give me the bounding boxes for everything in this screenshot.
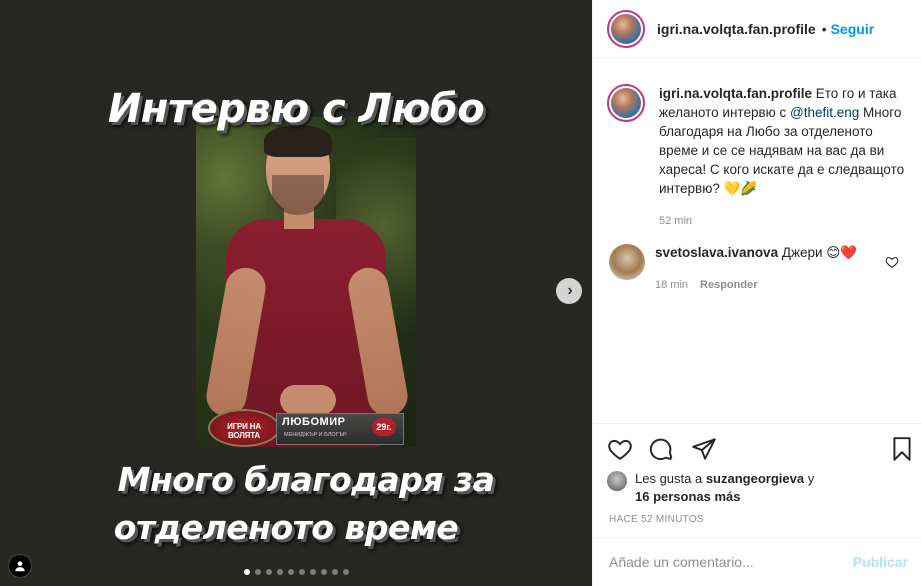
carousel-dot [288,569,294,575]
show-logo-text: ИГРИ НА ВОЛЯТА [227,422,261,440]
likes-text: Les gusta a suzangeorgieva y 16 personas… [635,470,814,506]
tagged-user-button[interactable] [8,554,32,578]
post-sidebar: igri.na.volqta.fan.profile • Seguir igri… [592,0,921,586]
carousel-dot [343,569,349,575]
post-media: ИГРИ НА ВОЛЯТА ЛЮБОМИР МЕНИДЖЪР И БЛОГЪР… [0,0,592,586]
post-caption: igri.na.volqta.fan.profile Ето го и така… [607,84,907,231]
carousel-dot [299,569,305,575]
person-beard [272,175,324,215]
carousel-dot [244,569,250,575]
carousel-dot [321,569,327,575]
likes-prefix: Les gusta a [635,471,706,486]
carousel-dots [244,569,349,575]
contestant-age: 29г. [372,418,396,436]
user-icon [15,561,25,572]
like-heart-icon[interactable] [607,436,633,462]
contestant-occupation: МЕНИДЖЪР И БЛОГЪР [284,432,347,438]
headline-top: Интервю с Любо [107,86,485,132]
comment-time: 18 min [655,279,689,291]
comment-body: svetoslava.ivanova Джери 😊❤️ 18 min Respo… [655,244,857,294]
comment-input[interactable] [609,554,853,570]
caption-mention-link[interactable]: @thefit.eng [790,105,859,120]
comment-meta: 18 min Responder [655,276,857,294]
author-username[interactable]: igri.na.volqta.fan.profile [657,21,816,37]
headline-bottom-line-2: отделеното време [113,508,459,547]
likes-summary: Les gusta a suzangeorgieva y 16 personas… [607,470,907,506]
caption-body: igri.na.volqta.fan.profile Ето го и така… [659,84,907,231]
liker-avatar[interactable] [607,471,627,491]
contestant-name: ЛЮБОМИР [282,416,346,428]
caption-username[interactable]: igri.na.volqta.fan.profile [659,86,812,101]
comment-item: svetoslava.ivanova Джери 😊❤️ 18 min Respo… [607,244,907,294]
carousel-dot [255,569,261,575]
add-comment-bar: Publicar [593,537,921,586]
carousel-dot [332,569,338,575]
chevron-right-icon: › [567,282,573,299]
likes-middle: y [804,471,815,486]
caption-avatar[interactable] [607,84,645,122]
reply-button[interactable]: Responder [700,279,757,291]
name-banner: ИГРИ НА ВОЛЯТА ЛЮБОМИР МЕНИДЖЪР И БЛОГЪР… [196,407,416,447]
header-separator: • [821,20,827,37]
save-bookmark-icon[interactable] [889,436,915,462]
commenter-avatar[interactable] [609,244,645,280]
avatar-image [611,13,641,44]
likes-count-link[interactable]: 16 personas más [635,489,741,504]
caption-time: 52 min [659,215,693,227]
post-actions-section: Les gusta a suzangeorgieva y 16 personas… [593,423,921,525]
follow-button[interactable]: Seguir [831,21,875,37]
publish-comment-button[interactable]: Publicar [853,554,908,570]
carousel-dot [266,569,272,575]
post-timestamp: HACE 52 MINUTOS [609,514,704,525]
comment-text: Джери 😊❤️ [778,245,858,260]
post-photo: ИГРИ НА ВОЛЯТА ЛЮБОМИР МЕНИДЖЪР И БЛОГЪР… [196,117,416,447]
carousel-dot [310,569,316,575]
next-slide-button[interactable]: › [556,278,582,304]
share-paper-plane-icon[interactable] [691,436,717,462]
headline-bottom-line-1: Много благодаря за [117,460,495,499]
commenter-username[interactable]: svetoslava.ivanova [655,245,778,260]
comment-bubble-icon[interactable] [649,436,675,462]
liker-username[interactable]: suzangeorgieva [706,471,804,486]
author-avatar[interactable] [607,9,645,48]
carousel-dot [277,569,283,575]
action-bar [607,436,911,464]
post-header: igri.na.volqta.fan.profile • Seguir [593,0,921,58]
avatar-image [611,88,641,118]
comment-like-heart-icon[interactable] [885,255,899,269]
